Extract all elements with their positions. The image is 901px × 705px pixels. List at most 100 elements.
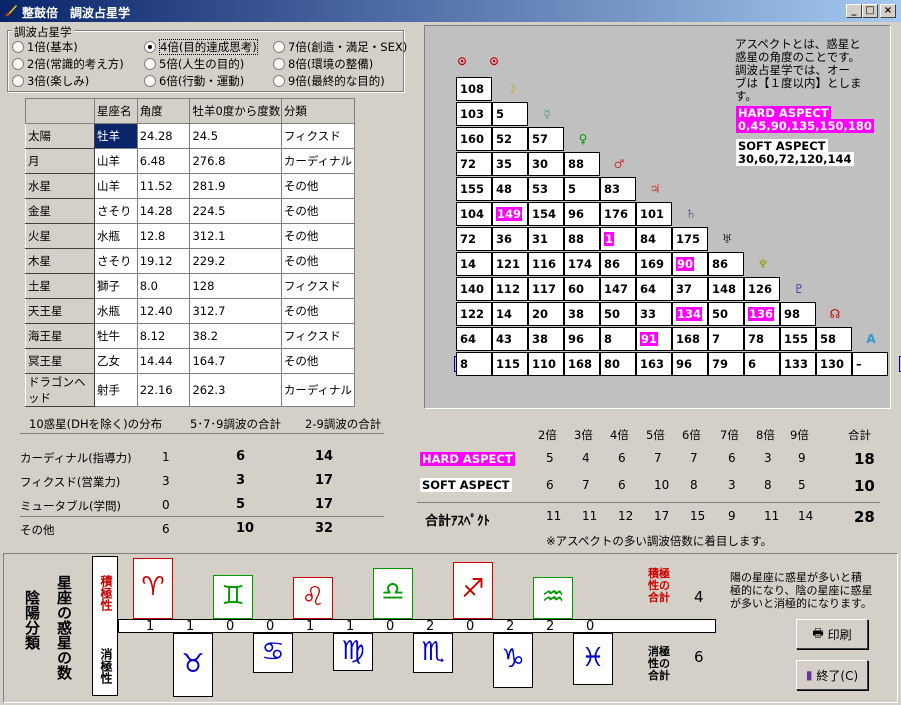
radio-indicator[interactable] [273, 58, 285, 70]
radio-indicator[interactable] [12, 75, 24, 87]
aspect-cell: 91 [636, 327, 672, 351]
harmonic-radio[interactable]: 2倍(常識的考え方) [12, 56, 124, 72]
planet-cell[interactable]: その他 [280, 223, 356, 249]
harmonic-radio[interactable]: 9倍(最終的な目的) [273, 73, 385, 89]
planet-cell[interactable]: 6.48 [136, 148, 191, 174]
planet-cell[interactable]: 164.7 [189, 348, 282, 374]
planet-cell[interactable]: 12.40 [136, 298, 191, 324]
harmonic-radio[interactable]: 8倍(環境の整備) [273, 56, 373, 72]
print-button[interactable]: 🖶 印刷 [796, 619, 868, 649]
aspect-cell: 7 [708, 327, 744, 351]
planet-cell[interactable]: 8.12 [136, 323, 191, 349]
planet-cell[interactable]: カーディナル [280, 373, 356, 407]
planet-cell[interactable]: 月 [24, 148, 96, 174]
planet-cell[interactable]: 冥王星 [24, 348, 96, 374]
planet-cell[interactable]: 山羊 [94, 148, 138, 174]
planet-cell[interactable]: 海王星 [24, 323, 96, 349]
planet-cell[interactable]: 229.2 [189, 248, 282, 274]
planet-row[interactable]: 海王星 牡牛 8.12 38.2 フィクスド [24, 323, 356, 349]
planet-cell[interactable]: 水瓶 [94, 223, 138, 249]
planet-cell[interactable]: 水瓶 [94, 298, 138, 324]
planet-cell[interactable]: 262.3 [189, 373, 282, 407]
planet-cell[interactable]: 牡牛 [94, 323, 138, 349]
planet-cell[interactable]: さそり [94, 248, 138, 274]
harmonic-radio[interactable]: 4倍(目的達成思考) [144, 39, 258, 55]
radio-indicator[interactable] [144, 58, 156, 70]
planet-cell[interactable]: 天王星 [24, 298, 96, 324]
planet-cell[interactable]: 8.0 [136, 273, 191, 299]
harmonic-radio[interactable]: 6倍(行動・運動) [144, 73, 244, 89]
planet-cell[interactable]: 24.28 [136, 123, 191, 149]
radio-indicator[interactable] [12, 41, 24, 53]
planet-cell[interactable]: 金星 [24, 198, 96, 224]
planet-cell[interactable]: さそり [94, 198, 138, 224]
sun-icon: ⊙ [456, 54, 468, 68]
harmonic-radio[interactable]: 1倍(基本) [12, 39, 78, 55]
planet-cell[interactable]: 281.9 [189, 173, 282, 199]
radio-indicator[interactable] [273, 41, 285, 53]
planet-cell[interactable]: フィクスド [280, 123, 356, 149]
sign-planet-count: 0 [226, 619, 235, 634]
aspect-value: 130 [820, 357, 845, 371]
radio-indicator[interactable] [144, 75, 156, 87]
planet-cell[interactable]: 128 [189, 273, 282, 299]
harmonic-total-value: 12 [618, 509, 634, 523]
planet-cell[interactable]: 射手 [94, 373, 138, 407]
planet-cell[interactable]: その他 [280, 198, 356, 224]
planet-cell[interactable]: カーディナル [280, 148, 356, 174]
planet-cell[interactable]: 火星 [24, 223, 96, 249]
planet-cell[interactable]: 19.12 [136, 248, 191, 274]
planet-cell[interactable]: その他 [280, 173, 356, 199]
planet-cell[interactable]: 312.7 [189, 298, 282, 324]
harmonic-radio[interactable]: 7倍(創造・満足・SEX) [273, 39, 407, 55]
planet-row[interactable]: ドラゴンヘッド 射手 22.16 262.3 カーディナル [24, 373, 356, 407]
planet-row[interactable]: 火星 水瓶 12.8 312.1 その他 [24, 223, 356, 249]
planet-row[interactable]: 土星 獅子 8.0 128 フィクスド [24, 273, 356, 299]
planet-cell[interactable]: ドラゴンヘッド [24, 373, 96, 407]
planet-row[interactable]: 冥王星 乙女 14.44 164.7 その他 [24, 348, 356, 374]
planet-cell[interactable]: フィクスド [280, 273, 356, 299]
planet-row[interactable]: 月山羊 6.48 276.8 カーディナル [24, 148, 356, 174]
planet-cell[interactable]: 木星 [24, 248, 96, 274]
planet-cell[interactable]: 38.2 [189, 323, 282, 349]
planet-cell[interactable]: 11.52 [136, 173, 191, 199]
harmonic-radio[interactable]: 3倍(楽しみ) [12, 73, 89, 89]
planet-cell[interactable]: その他 [280, 298, 356, 324]
planet-cell[interactable]: フィクスド [280, 323, 356, 349]
planet-cell[interactable]: 牡羊 [94, 123, 138, 149]
radio-indicator[interactable] [273, 75, 285, 87]
distribution-label: フィクスド(営業力) [20, 475, 121, 489]
planet-cell[interactable]: 獅子 [94, 273, 138, 299]
planet-cell[interactable]: その他 [280, 248, 356, 274]
planet-row[interactable]: 天王星 水瓶 12.40 312.7 その他 [24, 298, 356, 324]
soft-aspect-label: SOFT ASPECT [736, 139, 828, 153]
aspect-cell: 1 [600, 227, 636, 251]
planet-cell[interactable]: 312.1 [189, 223, 282, 249]
planet-cell[interactable]: 276.8 [189, 148, 282, 174]
planet-cell[interactable]: 山羊 [94, 173, 138, 199]
planet-cell[interactable]: 224.5 [189, 198, 282, 224]
planet-cell[interactable]: 22.16 [136, 373, 191, 407]
maximize-button[interactable]: □ [862, 4, 878, 18]
planet-row[interactable]: 金星 さそり 14.28 224.5 その他 [24, 198, 356, 224]
harmonic-total-value: 11 [764, 509, 780, 523]
minimize-button[interactable]: _ [846, 4, 862, 18]
planet-cell[interactable]: 14.28 [136, 198, 191, 224]
planet-row[interactable]: 水星 山羊 11.52 281.9 その他 [24, 173, 356, 199]
planet-cell[interactable]: 乙女 [94, 348, 138, 374]
planet-cell[interactable]: 太陽 [24, 123, 96, 149]
close-button[interactable]: × [880, 4, 896, 18]
planet-row[interactable]: 木星 さそり 19.12 229.2 その他 [24, 248, 356, 274]
planet-row[interactable]: 太陽 牡羊 24.28 24.5 フィクスド [24, 123, 356, 149]
radio-indicator[interactable] [144, 41, 156, 53]
harmonic-radio[interactable]: 5倍(人生の目的) [144, 56, 244, 72]
planet-table-header: 角度 [136, 98, 191, 124]
exit-button[interactable]: ▮ 終了(C) [796, 660, 868, 690]
planet-cell[interactable]: 12.8 [136, 223, 191, 249]
radio-indicator[interactable] [12, 58, 24, 70]
planet-cell[interactable]: 14.44 [136, 348, 191, 374]
planet-cell[interactable]: その他 [280, 348, 356, 374]
planet-cell[interactable]: 土星 [24, 273, 96, 299]
planet-cell[interactable]: 水星 [24, 173, 96, 199]
planet-cell[interactable]: 24.5 [189, 123, 282, 149]
